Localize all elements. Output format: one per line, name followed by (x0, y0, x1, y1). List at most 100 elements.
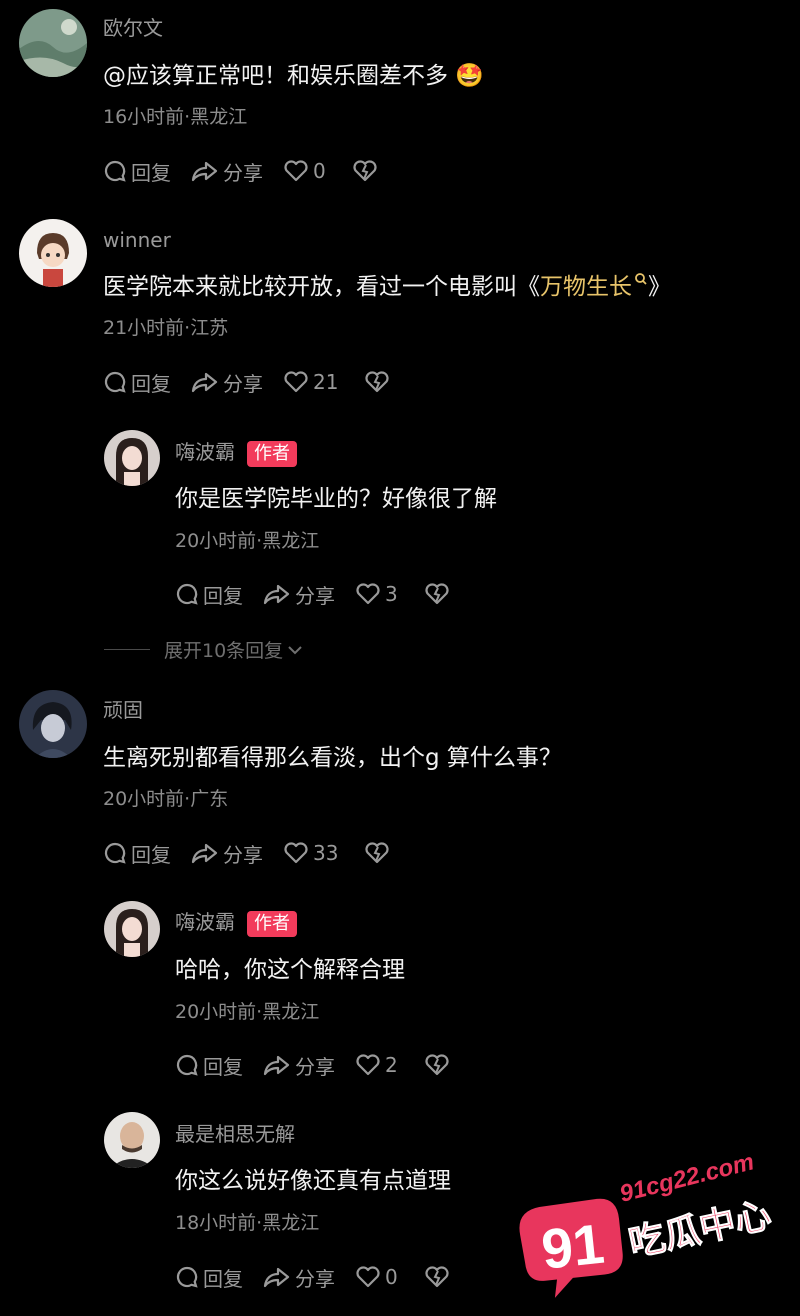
movie-link[interactable]: 万物生长 (540, 273, 648, 300)
dislike-button[interactable] (424, 1265, 454, 1289)
comment-text-pre: 医学院本来就比较开放，看过一个电影叫《 (103, 274, 540, 300)
reply-icon (176, 1266, 198, 1288)
share-button[interactable]: 分享 (191, 368, 263, 397)
reply-button[interactable]: 回复 (175, 1263, 243, 1292)
comment-author[interactable]: 顽固 (103, 698, 143, 722)
avatar[interactable] (19, 690, 87, 758)
reply-button[interactable]: 回复 (103, 839, 171, 868)
reply-icon (176, 1054, 198, 1076)
broken-heart-icon (365, 842, 390, 864)
reply-actions: 回复 分享 3 (175, 579, 474, 609)
like-button[interactable]: 0 (283, 159, 326, 183)
avatar[interactable] (104, 430, 160, 486)
search-icon (635, 273, 647, 285)
like-count: 21 (313, 370, 339, 394)
share-icon (191, 161, 218, 182)
like-button[interactable]: 3 (355, 582, 398, 606)
reply-icon (104, 842, 126, 864)
broken-heart-icon (365, 371, 390, 393)
comment-author[interactable]: winner (103, 228, 171, 252)
reply-label: 回复 (131, 842, 171, 867)
watermark-logo: 91 91cg22.com 吃瓜中心 (510, 1140, 790, 1300)
comment-meta: 20小时前·广东 (103, 788, 229, 810)
dislike-button[interactable] (364, 370, 394, 394)
share-label: 分享 (223, 160, 263, 185)
expand-replies-button[interactable]: 展开10条回复 (104, 636, 304, 663)
share-label: 分享 (223, 842, 263, 867)
comment-text: 医学院本来就比较开放，看过一个电影叫《万物生长》 (103, 272, 671, 302)
share-label: 分享 (295, 583, 335, 608)
like-button[interactable]: 0 (355, 1265, 398, 1289)
reply-icon (176, 583, 198, 605)
share-button[interactable]: 分享 (263, 1263, 335, 1292)
dislike-button[interactable] (424, 582, 454, 606)
author-badge: 作者 (247, 910, 297, 937)
movie-link-label: 万物生长 (540, 274, 632, 300)
like-button[interactable]: 2 (355, 1053, 398, 1077)
chevron-down-icon (288, 645, 302, 654)
broken-heart-icon (425, 1266, 449, 1288)
like-button[interactable]: 21 (283, 370, 338, 394)
heart-icon (284, 160, 308, 182)
comment-author[interactable]: 欧尔文 (103, 16, 163, 40)
dislike-button[interactable] (352, 159, 382, 183)
share-button[interactable]: 分享 (191, 839, 263, 868)
like-count: 2 (385, 1053, 398, 1077)
reply-meta: 20小时前·黑龙江 (175, 1001, 320, 1023)
expand-replies-label: 展开10条回复 (164, 640, 284, 662)
reply-text: 你是医学院毕业的？好像很了解 (175, 486, 497, 512)
comment-text: @应该算正常吧！和娱乐圈差不多 🤩 (103, 63, 484, 89)
reply-author[interactable]: 嗨波霸 作者 (175, 910, 297, 937)
share-button[interactable]: 分享 (263, 580, 335, 609)
like-count: 3 (385, 582, 398, 606)
divider (104, 649, 150, 650)
comment-actions: 回复 分享 33 (103, 838, 414, 868)
reply-button[interactable]: 回复 (175, 580, 243, 609)
avatar[interactable] (19, 9, 87, 77)
share-icon (191, 372, 218, 393)
comment-text-post: 》 (648, 274, 671, 300)
reply-author[interactable]: 最是相思无解 (175, 1122, 295, 1146)
heart-icon (284, 371, 308, 393)
heart-icon (356, 583, 380, 605)
reply-text: 你这么说好像还真有点道理 (175, 1168, 451, 1194)
reply-author[interactable]: 嗨波霸 作者 (175, 440, 297, 467)
reply-author-name: 嗨波霸 (175, 440, 235, 464)
avatar[interactable] (104, 901, 160, 957)
reply-label: 回复 (131, 371, 171, 396)
avatar[interactable] (19, 219, 87, 287)
share-icon (263, 584, 290, 605)
like-button[interactable]: 33 (283, 841, 338, 865)
dislike-button[interactable] (424, 1053, 454, 1077)
reply-author-name: 嗨波霸 (175, 910, 235, 934)
reply-button[interactable]: 回复 (103, 368, 171, 397)
reply-button[interactable]: 回复 (175, 1051, 243, 1080)
comment-text: 生离死别都看得那么看淡，出个g 算什么事？ (103, 745, 562, 771)
share-label: 分享 (295, 1054, 335, 1079)
reply-text: 哈哈，你这个解释合理 (175, 957, 405, 983)
heart-icon (356, 1266, 380, 1288)
dislike-button[interactable] (364, 841, 394, 865)
heart-icon (356, 1054, 380, 1076)
comment-meta: 16小时前·黑龙江 (103, 106, 248, 128)
share-label: 分享 (295, 1266, 335, 1291)
reply-label: 回复 (203, 583, 243, 608)
reply-icon (104, 160, 126, 182)
watermark-url: 91cg22.com (617, 1148, 757, 1207)
reply-meta: 18小时前·黑龙江 (175, 1212, 320, 1234)
reply-label: 回复 (203, 1054, 243, 1079)
reply-meta: 20小时前·黑龙江 (175, 530, 320, 552)
share-button[interactable]: 分享 (263, 1051, 335, 1080)
share-icon (191, 843, 218, 864)
comment-actions: 回复 分享 0 (103, 156, 402, 186)
broken-heart-icon (425, 1054, 449, 1076)
share-button[interactable]: 分享 (191, 157, 263, 186)
avatar[interactable] (104, 1112, 160, 1168)
share-label: 分享 (223, 371, 263, 396)
reply-label: 回复 (131, 160, 171, 185)
comment-meta: 21小时前·江苏 (103, 317, 229, 339)
watermark-number: 91 (538, 1212, 607, 1281)
reply-label: 回复 (203, 1266, 243, 1291)
reply-button[interactable]: 回复 (103, 157, 171, 186)
like-count: 0 (313, 159, 326, 183)
